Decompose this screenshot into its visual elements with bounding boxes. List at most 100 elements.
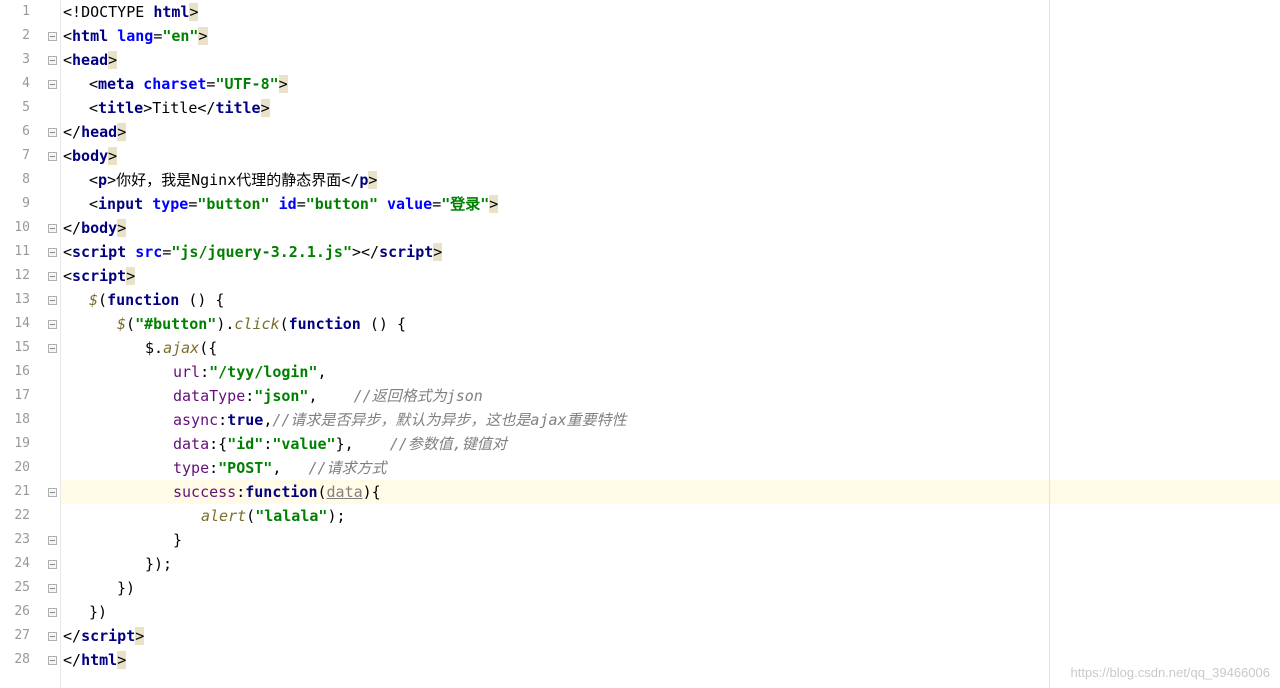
code-line[interactable]: }) [61,600,1280,624]
fold-toggle-icon[interactable] [48,320,57,329]
fold-toggle-icon[interactable] [48,584,57,593]
code-token: type [173,459,209,477]
code-line[interactable]: <body> [61,144,1280,168]
code-token: : [245,387,254,405]
code-token: type [152,195,188,213]
code-line[interactable]: alert("lalala"); [61,504,1280,528]
code-line[interactable]: </script> [61,624,1280,648]
code-line[interactable]: <script> [61,264,1280,288]
code-line[interactable]: async:true,//请求是否异步，默认为异步，这也是ajax重要特性 [61,408,1280,432]
fold-toggle-icon[interactable] [48,632,57,641]
fold-gutter-cell [44,504,60,528]
code-token: > [189,3,198,21]
fold-toggle-icon[interactable] [48,56,57,65]
fold-toggle-icon[interactable] [48,128,57,137]
code-line[interactable]: <input type="button" id="button" value="… [61,192,1280,216]
code-line[interactable]: <script src="js/jquery-3.2.1.js"></scrip… [61,240,1280,264]
code-area[interactable]: <!DOCTYPE html><html lang="en"><head><me… [60,0,1280,688]
code-line[interactable]: $.ajax({ [61,336,1280,360]
code-token: "UTF-8" [215,75,278,93]
code-token: click [234,315,279,333]
code-token: </ [341,171,359,189]
code-token: < [89,171,98,189]
code-token: p [359,171,368,189]
code-line[interactable]: <meta charset="UTF-8"> [61,72,1280,96]
code-line[interactable]: $(function () { [61,288,1280,312]
line-number: 18 [0,408,30,432]
code-token: </ [361,243,379,261]
fold-gutter-cell [44,144,60,168]
code-line[interactable]: </head> [61,120,1280,144]
code-line[interactable]: } [61,528,1280,552]
fold-toggle-icon[interactable] [48,656,57,665]
fold-gutter-cell [44,240,60,264]
code-token: < [89,75,98,93]
code-token: = [297,195,306,213]
code-token: "id" [227,435,263,453]
watermark-text: https://blog.csdn.net/qq_39466006 [1071,665,1271,680]
fold-toggle-icon[interactable] [48,344,57,353]
code-token: ( [246,507,255,525]
fold-toggle-icon[interactable] [48,560,57,569]
line-number: 28 [0,648,30,672]
fold-toggle-icon[interactable] [48,248,57,257]
line-number: 27 [0,624,30,648]
code-token: } [173,531,182,549]
code-token: script [72,243,135,261]
code-token: head [72,51,108,69]
code-line[interactable]: <title>Title</title> [61,96,1280,120]
code-line[interactable]: dataType:"json", //返回格式为json [61,384,1280,408]
code-line[interactable]: success:function(data){ [61,480,1280,504]
code-token: > [108,51,117,69]
right-margin-guide [1049,0,1050,688]
code-token: </ [63,219,81,237]
code-token: id [279,195,297,213]
fold-toggle-icon[interactable] [48,80,57,89]
fold-toggle-icon[interactable] [48,608,57,617]
fold-column[interactable] [44,0,60,688]
line-number-gutter: 1234567891011121314151617181920212223242… [0,0,44,688]
code-line[interactable]: type:"POST", //请求方式 [61,456,1280,480]
fold-toggle-icon[interactable] [48,32,57,41]
code-token: charset [143,75,206,93]
code-line[interactable]: $("#button").click(function () { [61,312,1280,336]
code-line[interactable]: data:{"id":"value"}, //参数值,键值对 [61,432,1280,456]
line-number: 8 [0,168,30,192]
code-line[interactable]: <head> [61,48,1280,72]
code-token: <! [63,3,81,21]
code-token: html [72,27,117,45]
code-token: alert [201,507,246,525]
fold-toggle-icon[interactable] [48,536,57,545]
fold-toggle-icon[interactable] [48,296,57,305]
line-number: 12 [0,264,30,288]
line-number: 16 [0,360,30,384]
code-line[interactable]: </body> [61,216,1280,240]
code-token: </ [63,627,81,645]
code-token: ajax [163,339,199,357]
code-token: p [98,171,107,189]
code-line[interactable]: <!DOCTYPE html> [61,0,1280,24]
fold-gutter-cell [44,528,60,552]
code-token: < [63,243,72,261]
line-number: 15 [0,336,30,360]
code-token: > [261,99,270,117]
code-token: "button" [197,195,278,213]
fold-toggle-icon[interactable] [48,488,57,497]
code-token: script [72,267,126,285]
fold-toggle-icon[interactable] [48,272,57,281]
fold-toggle-icon[interactable] [48,152,57,161]
fold-toggle-icon[interactable] [48,224,57,233]
code-line[interactable]: <p>你好，我是Nginx代理的静态界面</p> [61,168,1280,192]
code-line[interactable]: }) [61,576,1280,600]
code-editor[interactable]: 1234567891011121314151617181920212223242… [0,0,1280,688]
code-token: //参数值,键值对 [390,435,507,453]
code-token: $ [89,291,98,309]
code-line[interactable]: }); [61,552,1280,576]
fold-gutter-cell [44,96,60,120]
code-token: < [89,195,98,213]
code-line[interactable]: url:"/tyy/login", [61,360,1280,384]
code-token: function [245,483,317,501]
code-line[interactable]: <html lang="en"> [61,24,1280,48]
code-token: ){ [363,483,381,501]
code-token: "value" [272,435,335,453]
